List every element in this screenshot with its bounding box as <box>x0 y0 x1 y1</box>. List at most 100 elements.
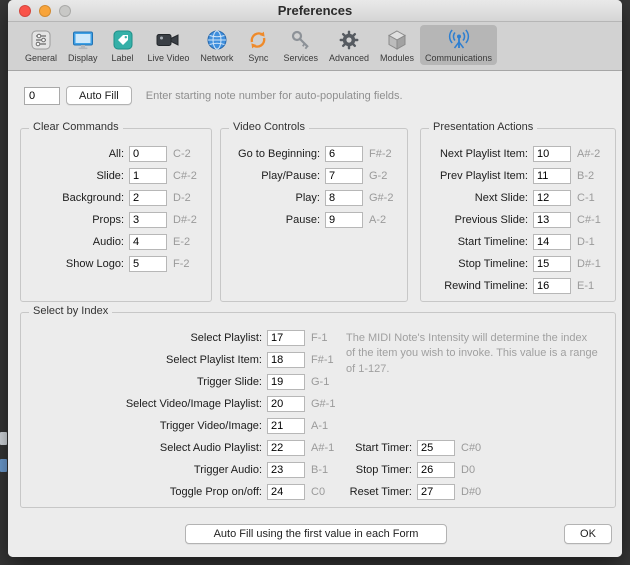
row-label: Pause: <box>285 213 320 226</box>
toolbar-item-modules[interactable]: Modules <box>375 25 419 65</box>
toolbar-item-communications[interactable]: Communications <box>420 25 498 65</box>
select-video-image-playlist-input[interactable] <box>267 395 305 412</box>
clear-slide-input[interactable] <box>129 167 167 184</box>
toolbar-item-display[interactable]: Display <box>63 25 103 65</box>
midi-note-label: G#-1 <box>311 397 336 410</box>
toolbar-item-live-video[interactable]: Live Video <box>143 25 195 65</box>
window-title: Preferences <box>277 3 353 18</box>
row-label: Rewind Timeline: <box>444 279 528 292</box>
desktop-icon-fragment <box>0 432 7 445</box>
group-presentation-actions: Presentation Actions Next Playlist Item:… <box>420 121 616 302</box>
midi-row: Audio: E-2 <box>27 233 205 250</box>
video-play-pause-input[interactable] <box>325 167 363 184</box>
auto-fill-button[interactable]: Auto Fill <box>66 86 132 105</box>
midi-note-label: D#-2 <box>173 213 197 226</box>
midi-note-label: D#0 <box>461 485 482 498</box>
broadcast-antenna-icon <box>445 27 473 52</box>
auto-fill-all-forms-button[interactable]: Auto Fill using the first value in each … <box>185 524 447 544</box>
toolbar-item-label: Advanced <box>328 53 369 63</box>
midi-row: Stop Timeline: D#-1 <box>427 255 609 272</box>
row-label: Trigger Slide: <box>196 375 262 388</box>
midi-note-label: C#-2 <box>173 169 197 182</box>
select-playlist-input[interactable] <box>267 329 305 346</box>
gear-icon <box>335 27 363 52</box>
toolbar-item-label-prefs[interactable]: Label <box>104 25 142 65</box>
toolbar-item-label: Modules <box>379 53 415 63</box>
row-label: Props: <box>92 213 124 226</box>
toolbar-item-network[interactable]: Network <box>195 25 238 65</box>
clear-props-input[interactable] <box>129 211 167 228</box>
midi-row: Start Timeline: D-1 <box>427 233 609 250</box>
close-button[interactable] <box>19 5 31 17</box>
trigger-video-image-input[interactable] <box>267 417 305 434</box>
midi-row: Rewind Timeline: E-1 <box>427 277 609 294</box>
starting-note-input[interactable] <box>24 86 60 105</box>
video-pause-input[interactable] <box>325 211 363 228</box>
pres-prev-playlist-item-input[interactable] <box>533 167 571 184</box>
pres-previous-slide-input[interactable] <box>533 211 571 228</box>
group-video-controls: Video Controls Go to Beginning: F#-2 Pla… <box>220 121 408 302</box>
midi-note-label: F-2 <box>173 257 190 270</box>
row-label: Toggle Prop on/off: <box>169 485 262 498</box>
midi-row: Trigger Slide: G-1 <box>27 373 343 390</box>
minimize-button[interactable] <box>39 5 51 17</box>
clear-all-input[interactable] <box>129 145 167 162</box>
midi-row: All: C-2 <box>27 145 205 162</box>
clear-show-logo-input[interactable] <box>129 255 167 272</box>
row-label: Stop Timer: <box>355 463 412 476</box>
pres-stop-timeline-input[interactable] <box>533 255 571 272</box>
group-title: Presentation Actions <box>429 121 538 133</box>
clear-audio-input[interactable] <box>129 233 167 250</box>
toolbar-item-advanced[interactable]: Advanced <box>324 25 374 65</box>
zoom-button <box>59 5 71 17</box>
midi-note-label: F-1 <box>311 331 328 344</box>
midi-note-label: C#0 <box>461 441 482 454</box>
midi-note-label: F#-2 <box>369 147 392 160</box>
row-label: Go to Beginning: <box>238 147 320 160</box>
midi-row: Reset Timer: D#0 <box>293 483 493 500</box>
midi-row: Select Video/Image Playlist: G#-1 <box>27 395 343 412</box>
row-label: Background: <box>62 191 124 204</box>
communications-pane: Auto Fill Enter starting note number for… <box>8 72 622 557</box>
sync-arrows-icon <box>244 27 272 52</box>
midi-note-label: A-1 <box>311 419 329 432</box>
toolbar-item-services[interactable]: Services <box>278 25 323 65</box>
stop-timer-input[interactable] <box>417 461 455 478</box>
midi-note-label: F#-1 <box>311 353 334 366</box>
pres-next-slide-input[interactable] <box>533 189 571 206</box>
pres-next-playlist-item-input[interactable] <box>533 145 571 162</box>
pres-rewind-timeline-input[interactable] <box>533 277 571 294</box>
row-label: Select Playlist: <box>190 331 262 344</box>
midi-note-label: E-2 <box>173 235 191 248</box>
row-label: Select Video/Image Playlist: <box>125 397 262 410</box>
display-icon <box>69 27 97 52</box>
reset-timer-input[interactable] <box>417 483 455 500</box>
toolbar-item-label: Live Video <box>147 53 190 63</box>
video-play-input[interactable] <box>325 189 363 206</box>
row-label: Start Timeline: <box>457 235 528 248</box>
video-camera-icon <box>154 27 182 52</box>
row-label: Start Timer: <box>355 441 412 454</box>
ok-button[interactable]: OK <box>564 524 612 544</box>
preferences-window: Preferences General Display Label Live V… <box>8 0 622 557</box>
row-label: Previous Slide: <box>454 213 528 226</box>
toolbar-item-label: Sync <box>248 53 269 63</box>
row-label: Play: <box>295 191 320 204</box>
trigger-slide-input[interactable] <box>267 373 305 390</box>
midi-note-label: C#-1 <box>577 213 601 226</box>
video-go-to-beginning-input[interactable] <box>325 145 363 162</box>
midi-note-label: D0 <box>461 463 476 476</box>
row-label: Next Playlist Item: <box>439 147 528 160</box>
midi-note-label: C-1 <box>577 191 595 204</box>
globe-icon <box>203 27 231 52</box>
row-label: Trigger Video/Image: <box>159 419 262 432</box>
pres-start-timeline-input[interactable] <box>533 233 571 250</box>
toolbar-item-label: General <box>25 53 58 63</box>
midi-row: Next Slide: C-1 <box>427 189 609 206</box>
titlebar: Preferences <box>8 0 622 22</box>
toolbar-item-sync[interactable]: Sync <box>239 25 277 65</box>
clear-background-input[interactable] <box>129 189 167 206</box>
select-playlist-item-input[interactable] <box>267 351 305 368</box>
toolbar-item-general[interactable]: General <box>20 25 62 65</box>
start-timer-input[interactable] <box>417 439 455 456</box>
